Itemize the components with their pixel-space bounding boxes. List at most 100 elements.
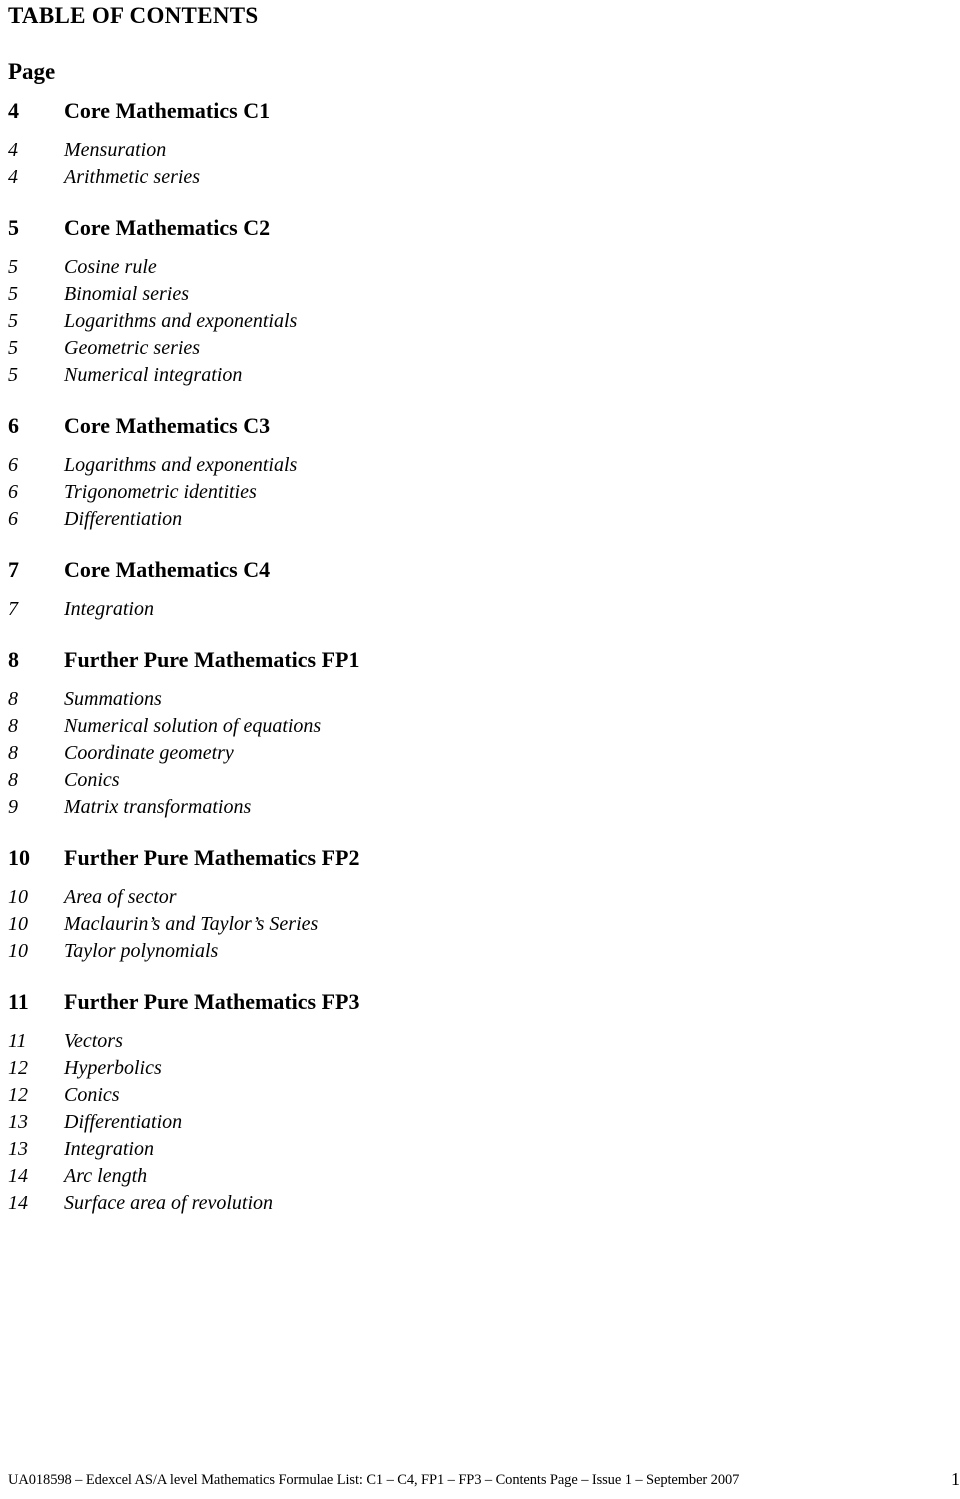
- toc-section-title: Core Mathematics C1: [64, 98, 271, 123]
- toc-entry-page-number: 10: [8, 886, 28, 908]
- toc-entry-label: Differentiation: [64, 508, 183, 530]
- toc-entry[interactable]: 10 Area of sector: [0, 884, 700, 911]
- toc-section-heading[interactable]: 7 Core Mathematics C4: [0, 555, 700, 585]
- toc-entry-page-number: 4: [8, 139, 18, 161]
- toc-section-heading[interactable]: 5 Core Mathematics C2: [0, 213, 700, 243]
- toc-entry-page-number: 14: [8, 1165, 28, 1187]
- page-column-header: Page: [8, 59, 56, 84]
- toc-entry-page-number: 11: [8, 1030, 27, 1052]
- toc-entry-label: Numerical solution of equations: [64, 715, 322, 737]
- toc-entry[interactable]: 4 Mensuration: [0, 137, 700, 164]
- toc-entry-page-number: 5: [8, 310, 18, 332]
- toc-section-page-number: 5: [8, 215, 19, 240]
- toc-section-title: Core Mathematics C4: [64, 557, 271, 582]
- toc-entry[interactable]: 13 Integration: [0, 1136, 700, 1163]
- toc-entry[interactable]: 12 Hyperbolics: [0, 1055, 700, 1082]
- toc-entry[interactable]: 8 Coordinate geometry: [0, 740, 700, 767]
- toc-entry[interactable]: 8 Numerical solution of equations: [0, 713, 700, 740]
- toc-section-title: Further Pure Mathematics FP1: [64, 647, 360, 672]
- toc-section-title: Core Mathematics C3: [64, 413, 271, 438]
- toc-section: 11 Further Pure Mathematics FP3 11 Vectors 1…: [0, 987, 700, 1217]
- toc-entry[interactable]: 6 Logarithms and exponentials: [0, 452, 700, 479]
- toc-section-title: Further Pure Mathematics FP3: [64, 989, 360, 1014]
- toc-entry-label: Integration: [64, 1138, 154, 1160]
- toc-entry[interactable]: 5 Geometric series: [0, 335, 700, 362]
- toc-entry[interactable]: 10 Taylor polynomials: [0, 938, 700, 965]
- toc-section-heading[interactable]: 8 Further Pure Mathematics FP1: [0, 645, 700, 675]
- toc-entry[interactable]: 5 Numerical integration: [0, 362, 700, 389]
- toc-section: 5 Core Mathematics C2 5 Cosine rule 5 Binomia…: [0, 213, 700, 389]
- toc-entry-page-number: 5: [8, 337, 18, 359]
- toc-entry-label: Binomial series: [64, 283, 189, 305]
- toc-entry[interactable]: 4 Arithmetic series: [0, 164, 700, 191]
- toc-entry-label: Mensuration: [64, 139, 167, 161]
- toc-entry-label: Logarithms and exponentials: [64, 454, 298, 476]
- toc-section-page-number: 11: [8, 989, 29, 1014]
- toc-entry[interactable]: 5 Logarithms and exponentials: [0, 308, 700, 335]
- toc-entry[interactable]: 6 Differentiation: [0, 506, 700, 533]
- toc-entry-page-number: 6: [8, 508, 18, 530]
- toc-entry-page-number: 8: [8, 769, 18, 791]
- toc-section: 6 Core Mathematics C3 6 Logarithms and expo…: [0, 411, 700, 533]
- toc-entry-page-number: 13: [8, 1138, 28, 1160]
- toc-entry[interactable]: 6 Trigonometric identities: [0, 479, 700, 506]
- toc-entry[interactable]: 10 Maclaurin’s and Taylor’s Series: [0, 911, 700, 938]
- toc-entry-label: Surface area of revolution: [64, 1192, 274, 1214]
- toc-entry[interactable]: 13 Differentiation: [0, 1109, 700, 1136]
- toc-section-page-number: 10: [8, 845, 30, 870]
- toc-entry-page-number: 8: [8, 742, 18, 764]
- toc-entry-label: Hyperbolics: [64, 1057, 162, 1079]
- toc-entry-page-number: 5: [8, 256, 18, 278]
- toc-section-heading[interactable]: 6 Core Mathematics C3: [0, 411, 700, 441]
- toc-entry[interactable]: 8 Summations: [0, 686, 700, 713]
- toc-entry[interactable]: 8 Conics: [0, 767, 700, 794]
- toc-entry-page-number: 13: [8, 1111, 28, 1133]
- toc-section: 7 Core Mathematics C4 7 Integration: [0, 555, 700, 623]
- page-title: TABLE OF CONTENTS: [8, 3, 259, 28]
- toc-section-page-number: 8: [8, 647, 19, 672]
- toc-entry-page-number: 12: [8, 1084, 28, 1106]
- toc-entry-page-number: 12: [8, 1057, 28, 1079]
- toc-entry-label: Summations: [64, 688, 162, 710]
- toc-section-page-number: 4: [8, 98, 19, 123]
- toc-entry-label: Vectors: [64, 1030, 123, 1052]
- toc-entry-label: Arc length: [64, 1165, 148, 1187]
- toc-entry[interactable]: 7 Integration: [0, 596, 700, 623]
- toc-section-title: Further Pure Mathematics FP2: [64, 845, 360, 870]
- footer-text: UA018598 – Edexcel AS/A level Mathematic…: [8, 1472, 740, 1488]
- toc-section: 10 Further Pure Mathematics FP2 10 Area of …: [0, 843, 700, 965]
- toc-entry-page-number: 8: [8, 688, 18, 710]
- toc-entry-label: Trigonometric identities: [64, 481, 257, 503]
- toc-entry-page-number: 14: [8, 1192, 28, 1214]
- toc-section-page-number: 7: [8, 557, 19, 582]
- toc-entry[interactable]: 14 Surface area of revolution: [0, 1190, 700, 1217]
- toc-section-heading[interactable]: 10 Further Pure Mathematics FP2: [0, 843, 700, 873]
- toc-entry-label: Conics: [64, 769, 120, 791]
- toc-entry-label: Maclaurin’s and Taylor’s Series: [64, 913, 319, 935]
- table-of-contents: 4 Core Mathematics C1 4 Mensuration 4 Arithme…: [0, 96, 700, 1239]
- toc-entry-page-number: 9: [8, 796, 18, 818]
- toc-entry[interactable]: 12 Conics: [0, 1082, 700, 1109]
- toc-entry[interactable]: 5 Binomial series: [0, 281, 700, 308]
- toc-entry[interactable]: 14 Arc length: [0, 1163, 700, 1190]
- toc-entry[interactable]: 5 Cosine rule: [0, 254, 700, 281]
- toc-entry-label: Taylor polynomials: [64, 940, 219, 962]
- toc-entry-label: Coordinate geometry: [64, 742, 234, 764]
- toc-section-heading[interactable]: 4 Core Mathematics C1: [0, 96, 700, 126]
- toc-entry-page-number: 10: [8, 940, 28, 962]
- toc-section-heading[interactable]: 11 Further Pure Mathematics FP3: [0, 987, 700, 1017]
- toc-entry[interactable]: 9 Matrix transformations: [0, 794, 700, 821]
- toc-entry-label: Cosine rule: [64, 256, 157, 278]
- toc-entry-label: Integration: [64, 598, 154, 620]
- toc-entry-label: Geometric series: [64, 337, 201, 359]
- toc-entry-label: Logarithms and exponentials: [64, 310, 298, 332]
- toc-entry-page-number: 4: [8, 166, 18, 188]
- toc-section: 8 Further Pure Mathematics FP1 8 Summations…: [0, 645, 700, 821]
- toc-entry[interactable]: 11 Vectors: [0, 1028, 700, 1055]
- toc-entry-page-number: 7: [8, 598, 18, 620]
- toc-entry-page-number: 6: [8, 454, 18, 476]
- toc-entry-label: Numerical integration: [64, 364, 243, 386]
- toc-section-page-number: 6: [8, 413, 19, 438]
- toc-entry-page-number: 8: [8, 715, 18, 737]
- toc-entry-page-number: 10: [8, 913, 28, 935]
